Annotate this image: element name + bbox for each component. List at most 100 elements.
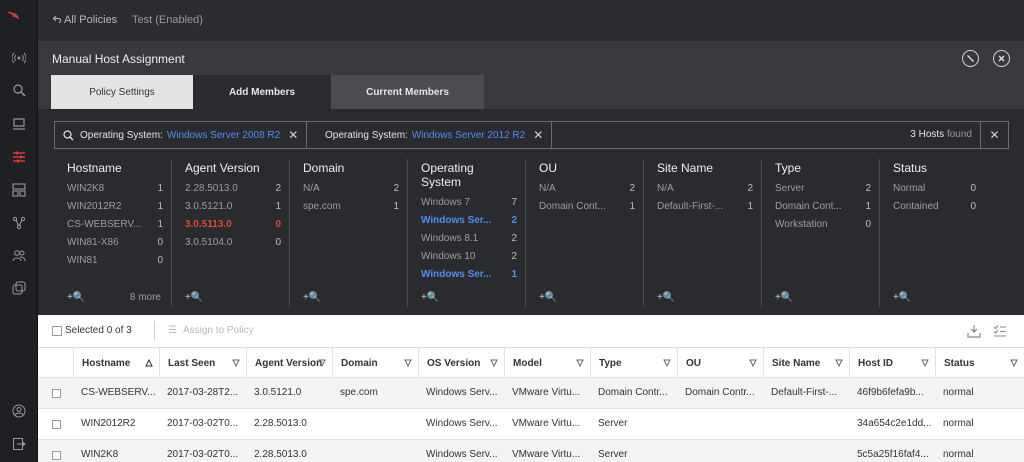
graph-icon[interactable] bbox=[0, 212, 38, 234]
facet-row[interactable]: Domain Cont... 1 bbox=[539, 201, 635, 219]
facet-row[interactable]: N/A 2 bbox=[539, 183, 635, 201]
facet-row-label: N/A bbox=[303, 183, 320, 194]
cell-site-name bbox=[763, 409, 849, 439]
back-to-all-policies-link[interactable]: All Policies bbox=[52, 14, 117, 26]
facet-row[interactable]: N/A 2 bbox=[303, 183, 399, 201]
facet-row-count: 0 bbox=[865, 219, 871, 230]
facet-row[interactable]: WIN81 0 bbox=[67, 255, 163, 273]
column-header-agent-version[interactable]: Agent Version bbox=[246, 348, 332, 378]
filter-chip-key: Operating System: bbox=[80, 129, 163, 141]
facet-add-search-button[interactable]: +🔍 bbox=[775, 292, 793, 303]
users-icon[interactable] bbox=[0, 244, 38, 266]
investigate-icon[interactable] bbox=[0, 79, 38, 101]
facet-row[interactable]: Contained 0 bbox=[893, 201, 976, 219]
column-header-status[interactable]: Status bbox=[935, 348, 1024, 378]
left-nav-rail bbox=[0, 0, 38, 462]
facet-add-search-button[interactable]: +🔍 bbox=[303, 292, 321, 303]
facet-row[interactable]: WIN81-X86 0 bbox=[67, 237, 163, 255]
facet-add-search-button[interactable]: +🔍 bbox=[185, 292, 203, 303]
column-header-type[interactable]: Type bbox=[590, 348, 677, 378]
facet-row[interactable]: WIN2012R2 1 bbox=[67, 201, 163, 219]
remove-filter-chip-1-icon[interactable]: ✕ bbox=[288, 128, 298, 142]
facet-row-count: 2 bbox=[747, 183, 753, 194]
facet-row[interactable]: 3.0.5104.0 0 bbox=[185, 237, 281, 255]
minimize-button[interactable] bbox=[962, 50, 979, 67]
logout-icon[interactable] bbox=[0, 433, 38, 455]
facet-row[interactable]: Normal 0 bbox=[893, 183, 976, 201]
facet-add-search-button[interactable]: +🔍 bbox=[657, 292, 675, 303]
row-checkbox[interactable] bbox=[52, 389, 61, 398]
facet-row-selected[interactable]: Windows Ser... 2 bbox=[421, 215, 517, 233]
facet-more-link[interactable]: 8 more bbox=[130, 292, 161, 303]
facet-row-label: Default-First-... bbox=[657, 201, 724, 212]
cell-type: Domain Contr... bbox=[598, 387, 668, 398]
facet-row-label: Domain Cont... bbox=[775, 201, 842, 212]
column-header-site-name[interactable]: Site Name bbox=[763, 348, 849, 378]
facet-title: Status bbox=[893, 161, 928, 175]
facet-row-selected[interactable]: Windows Ser... 1 bbox=[421, 269, 517, 287]
falcon-logo-icon[interactable] bbox=[6, 8, 32, 30]
facet-row[interactable]: Windows 8.1 2 bbox=[421, 233, 517, 251]
cell-model: VMware Virtu... bbox=[512, 387, 581, 398]
tab-current-members[interactable]: Current Members bbox=[331, 75, 484, 109]
facet-row[interactable]: WIN2K8 1 bbox=[67, 183, 163, 201]
column-chooser-icon[interactable] bbox=[993, 324, 1007, 338]
column-header-last-seen[interactable]: Last Seen bbox=[159, 348, 246, 378]
back-arrow-icon bbox=[52, 15, 61, 23]
column-header-model[interactable]: Model bbox=[504, 348, 590, 378]
breadcrumb-bar: All Policies Test (Enabled) bbox=[38, 0, 1024, 42]
export-icon[interactable] bbox=[967, 324, 981, 338]
table-row[interactable]: WIN2K8 2017-03-02T0... 2.28.5013.0 Windo… bbox=[38, 440, 1024, 462]
tab-policy-settings[interactable]: Policy Settings bbox=[51, 75, 193, 109]
cell-agent-version: 2.28.5013.0 bbox=[254, 449, 307, 460]
facet-row[interactable]: spe.com 1 bbox=[303, 201, 399, 219]
manual-host-assignment-panel: Manual Host Assignment Policy Settings A… bbox=[38, 42, 1024, 462]
facet-row[interactable]: N/A 2 bbox=[657, 183, 753, 201]
facet-row[interactable]: Default-First-... 1 bbox=[657, 201, 753, 219]
configuration-icon[interactable] bbox=[0, 146, 38, 168]
facet-row-label: 3.0.5104.0 bbox=[185, 237, 233, 248]
facet-add-search-button[interactable]: +🔍 bbox=[539, 292, 557, 303]
facet-row[interactable]: Windows 10 2 bbox=[421, 251, 517, 269]
facet-row-label: 3.0.5113.0 bbox=[185, 219, 232, 230]
dashboard-icon[interactable] bbox=[0, 179, 38, 201]
facet-row-count: 0 bbox=[970, 183, 976, 194]
tab-add-members[interactable]: Add Members bbox=[193, 75, 331, 109]
select-all-checkbox[interactable] bbox=[52, 326, 62, 336]
hosts-icon[interactable] bbox=[0, 113, 38, 135]
remove-filter-chip-2-icon[interactable]: ✕ bbox=[533, 128, 543, 142]
account-icon[interactable] bbox=[0, 400, 38, 422]
clear-filters-icon[interactable]: ✕ bbox=[980, 122, 1008, 148]
facet-row[interactable]: 2.28.5013.0 2 bbox=[185, 183, 281, 201]
facet-row[interactable]: Domain Cont... 1 bbox=[775, 201, 871, 219]
apps-icon[interactable] bbox=[0, 277, 38, 299]
facet-add-search-button[interactable]: +🔍 bbox=[893, 292, 911, 303]
facet-add-search-button[interactable]: +🔍 bbox=[67, 292, 85, 303]
cell-site-name: Default-First-... bbox=[771, 387, 838, 398]
facet-row[interactable]: CS-WEBSERV... 1 bbox=[67, 219, 163, 237]
assign-to-policy-button[interactable]: ☰ Assign to Policy bbox=[168, 325, 254, 336]
filter-bar[interactable]: Operating System: Windows Server 2008 R2… bbox=[54, 121, 1009, 149]
cell-ou bbox=[677, 440, 763, 462]
facet-row-highlighted[interactable]: 3.0.5113.0 0 bbox=[185, 219, 281, 237]
column-header-os-version[interactable]: OS Version bbox=[418, 348, 504, 378]
facet-row[interactable]: Windows 7 7 bbox=[421, 197, 517, 215]
close-button[interactable] bbox=[993, 50, 1010, 67]
facet-row[interactable]: 3.0.5121.0 1 bbox=[185, 201, 281, 219]
table-row[interactable]: CS-WEBSERV... 2017-03-28T2... 3.0.5121.0… bbox=[38, 378, 1024, 409]
facet-row[interactable]: Server 2 bbox=[775, 183, 871, 201]
column-header-ou[interactable]: OU bbox=[677, 348, 763, 378]
facet-add-search-button[interactable]: +🔍 bbox=[421, 292, 439, 303]
filter-chip-value: Windows Server 2008 R2 bbox=[166, 129, 281, 141]
column-header-host-id[interactable]: Host ID bbox=[849, 348, 935, 378]
row-checkbox[interactable] bbox=[52, 420, 61, 429]
facet-ou: OU N/A 2 Domain Cont... 1 +🔍 bbox=[526, 159, 644, 307]
activity-icon[interactable] bbox=[0, 47, 38, 69]
facet-row[interactable]: Workstation 0 bbox=[775, 219, 871, 237]
cell-host-id: 34a654c2e1dd... bbox=[857, 418, 932, 429]
table-row[interactable]: WIN2012R2 2017-03-02T0... 2.28.5013.0 Wi… bbox=[38, 409, 1024, 440]
column-header-hostname[interactable]: Hostname bbox=[73, 348, 159, 378]
row-checkbox[interactable] bbox=[52, 451, 61, 460]
column-header-domain[interactable]: Domain bbox=[332, 348, 418, 378]
selected-count: Selected 0 of 3 bbox=[65, 325, 132, 336]
